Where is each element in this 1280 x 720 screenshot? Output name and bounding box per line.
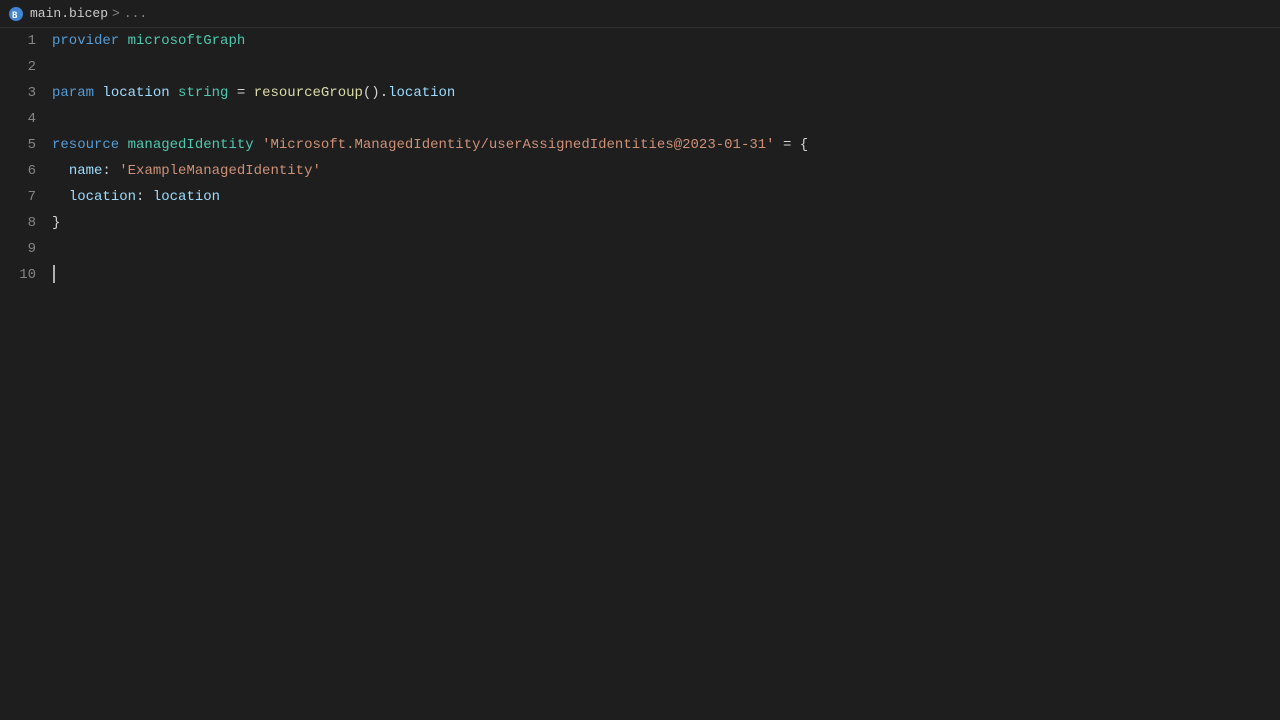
line-content-10 [52,262,1280,288]
breadcrumb: main.bicep > ... [30,6,147,21]
line-number-1: 1 [0,28,52,54]
line-number-3: 3 [0,80,52,106]
code-line-2: 2 [0,54,1280,80]
svg-text:B: B [12,11,18,21]
code-line-5: 5 resource managedIdentity 'Microsoft.Ma… [0,132,1280,158]
path-separator: > [112,6,120,21]
line-number-9: 9 [0,236,52,262]
code-line-1: 1 provider microsoftGraph [0,28,1280,54]
line-number-5: 5 [0,132,52,158]
code-line-7: 7 location: location [0,184,1280,210]
bicep-icon: B [8,6,24,22]
breadcrumb-ellipsis: ... [124,6,147,21]
code-line-8: 8 } [0,210,1280,236]
line-content-7: location: location [52,184,1280,210]
line-content-5: resource managedIdentity 'Microsoft.Mana… [52,132,1280,158]
line-content-6: name: 'ExampleManagedIdentity' [52,158,1280,184]
titlebar: B main.bicep > ... [0,0,1280,28]
line-content-1: provider microsoftGraph [52,28,1280,54]
code-line-6: 6 name: 'ExampleManagedIdentity' [0,158,1280,184]
line-content-3: param location string = resourceGroup().… [52,80,1280,106]
line-number-6: 6 [0,158,52,184]
code-line-4: 4 [0,106,1280,132]
filename-label: main.bicep [30,6,108,21]
code-line-3: 3 param location string = resourceGroup(… [0,80,1280,106]
line-number-8: 8 [0,210,52,236]
line-number-4: 4 [0,106,52,132]
line-number-7: 7 [0,184,52,210]
code-line-9: 9 [0,236,1280,262]
line-number-2: 2 [0,54,52,80]
editor-area[interactable]: 1 provider microsoftGraph 2 3 param loca… [0,28,1280,720]
line-content-8: } [52,210,1280,236]
code-line-10: 10 [0,262,1280,288]
text-cursor [53,265,55,283]
line-number-10: 10 [0,262,52,288]
